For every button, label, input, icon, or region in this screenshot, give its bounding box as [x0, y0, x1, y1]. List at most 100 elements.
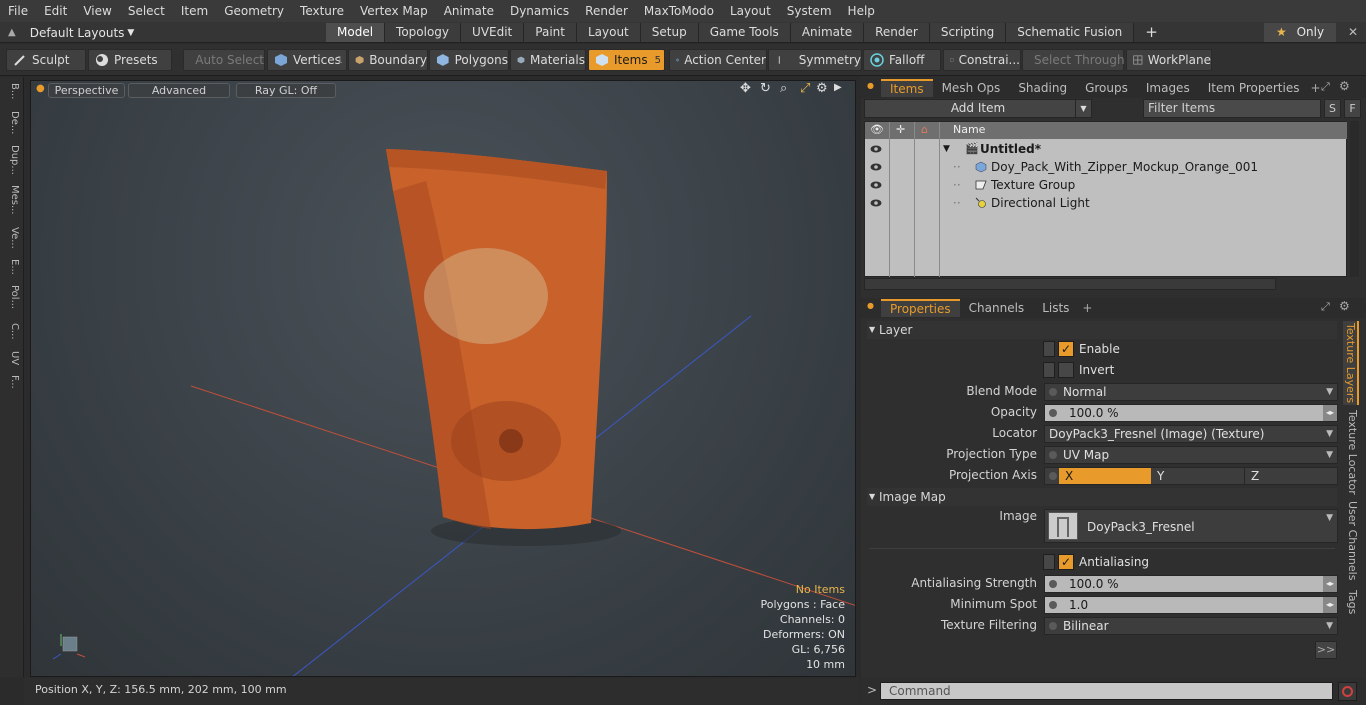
layer-section-header[interactable]: ▼ Layer	[867, 321, 1337, 339]
tab-game-tools[interactable]: Game Tools	[698, 23, 791, 42]
menu-edit[interactable]: Edit	[36, 0, 75, 22]
close-icon[interactable]: ✕	[1344, 23, 1362, 42]
blend-mode-select[interactable]: Normal ▼	[1044, 383, 1338, 401]
command-input[interactable]: Command	[880, 682, 1333, 700]
polygons-button[interactable]: Polygons	[429, 49, 509, 71]
left-tab-ve[interactable]: Ve...	[4, 227, 20, 249]
locator-select[interactable]: DoyPack3_Fresnel (Image) (Texture) ▼	[1044, 425, 1338, 443]
constraints-button[interactable]: Constrai...	[943, 49, 1021, 71]
left-tab-pol[interactable]: Pol...	[4, 285, 20, 309]
menu-vertex-map[interactable]: Vertex Map	[352, 0, 436, 22]
tab-images[interactable]: Images	[1137, 79, 1199, 97]
left-tab-mes[interactable]: Mes...	[4, 185, 20, 215]
menu-texture[interactable]: Texture	[292, 0, 352, 22]
enable-checkbox[interactable]: ✓	[1058, 341, 1074, 357]
items-scrollbar[interactable]	[1350, 121, 1359, 277]
only-button[interactable]: ★ Only	[1264, 23, 1336, 42]
sculpt-button[interactable]: Sculpt	[6, 49, 86, 71]
menu-select[interactable]: Select	[120, 0, 173, 22]
menu-animate[interactable]: Animate	[436, 0, 502, 22]
axis-y-button[interactable]: Y	[1153, 468, 1245, 484]
axis-x-button[interactable]: X	[1059, 468, 1151, 484]
filter-items-input[interactable]: Filter Items	[1143, 99, 1321, 118]
tab-tags[interactable]: Tags	[1343, 587, 1359, 617]
panel-settings-icon[interactable]: ⚙	[1339, 299, 1350, 313]
menu-render[interactable]: Render	[577, 0, 636, 22]
left-tab-dup[interactable]: Dup...	[4, 145, 20, 175]
tab-model[interactable]: Model	[326, 23, 386, 42]
tab-topology[interactable]: Topology	[385, 23, 462, 42]
tab-animate[interactable]: Animate	[790, 23, 865, 42]
record-icon[interactable]	[1338, 682, 1357, 701]
tab-lists[interactable]: Lists	[1033, 299, 1078, 317]
tab-texture-locator[interactable]: Texture Locator	[1343, 409, 1359, 495]
aa-strength-slider[interactable]: 100.0 % ◂▸	[1044, 575, 1338, 593]
viewport-expand-icon[interactable]: ▶	[834, 82, 842, 93]
menu-maxtomodo[interactable]: MaxToModo	[636, 0, 722, 22]
tab-items[interactable]: Items	[881, 79, 933, 97]
menu-help[interactable]: Help	[840, 0, 883, 22]
move-view-icon[interactable]: ✥	[740, 81, 751, 96]
visibility-eye-icon[interactable]	[870, 180, 882, 190]
projection-type-select[interactable]: UV Map ▼	[1044, 446, 1338, 464]
select-through-button[interactable]: Select Through	[1022, 49, 1125, 71]
advanced-button[interactable]: Advanced	[128, 83, 230, 98]
visibility-eye-icon[interactable]	[870, 198, 882, 208]
viewport-settings-icon[interactable]: ⚙	[816, 81, 828, 96]
opacity-slider[interactable]: 100.0 % ◂▸	[1044, 404, 1338, 422]
panel-expand-icon[interactable]: ⤢	[1321, 80, 1330, 94]
invert-checkbox[interactable]	[1058, 362, 1074, 378]
panel-settings-icon[interactable]: ⚙	[1339, 79, 1350, 93]
tab-mesh-ops[interactable]: Mesh Ops	[933, 79, 1010, 97]
tab-shading[interactable]: Shading	[1009, 79, 1076, 97]
slider-arrows-icon[interactable]: ◂▸	[1323, 405, 1337, 421]
items-hscrollbar[interactable]	[864, 278, 1276, 290]
panel-expand-icon[interactable]: ⤢	[1321, 300, 1330, 314]
tab-setup[interactable]: Setup	[640, 23, 699, 42]
add-tab-button[interactable]: +	[1134, 23, 1169, 42]
slider-arrows-icon[interactable]: ◂▸	[1323, 576, 1337, 592]
raygl-button[interactable]: Ray GL: Off	[236, 83, 336, 98]
auto-select-button[interactable]: Auto Select	[183, 49, 265, 71]
tab-uvedit[interactable]: UVEdit	[461, 23, 525, 42]
menu-layout[interactable]: Layout	[722, 0, 779, 22]
tab-user-channels[interactable]: User Channels	[1343, 501, 1359, 581]
tab-scripting[interactable]: Scripting	[929, 23, 1007, 42]
boundary-button[interactable]: Boundary	[348, 49, 428, 71]
layout-select[interactable]: ▲ Default Layouts ▼	[8, 24, 134, 41]
visibility-eye-icon[interactable]	[870, 162, 882, 172]
perspective-button[interactable]: Perspective	[48, 83, 125, 98]
image-map-section-header[interactable]: ▼ Image Map	[867, 488, 1337, 506]
left-tab-uv[interactable]: UV	[4, 351, 20, 365]
tex-filter-select[interactable]: Bilinear ▼	[1044, 617, 1338, 635]
materials-button[interactable]: Materials	[510, 49, 586, 71]
add-panel-tab-icon[interactable]: +	[1310, 81, 1320, 95]
left-tab-b[interactable]: B...	[4, 83, 20, 99]
image-select[interactable]: DoyPack3_Fresnel ▼	[1044, 509, 1338, 543]
viewport-menu-dot-icon[interactable]: ●	[36, 83, 45, 94]
item-row-texture-group[interactable]: ·· Texture Group	[865, 176, 1347, 194]
menu-file[interactable]: File	[0, 0, 36, 22]
item-row-mesh[interactable]: ·· Doy_Pack_With_Zipper_Mockup_Orange_00…	[865, 158, 1347, 176]
axis-z-button[interactable]: Z	[1247, 468, 1337, 484]
workplane-button[interactable]: WorkPlane	[1126, 49, 1212, 71]
tab-paint[interactable]: Paint	[524, 23, 577, 42]
presets-button[interactable]: Presets	[88, 49, 172, 71]
tab-render[interactable]: Render	[864, 23, 930, 42]
s-button[interactable]: S	[1324, 99, 1341, 118]
menu-view[interactable]: View	[75, 0, 119, 22]
item-row-untitled[interactable]: ▼ 🎬 Untitled*	[865, 140, 1347, 158]
add-item-button[interactable]: Add Item ▼	[864, 99, 1092, 118]
rotate-view-icon[interactable]: ↻	[760, 81, 771, 96]
action-center-button[interactable]: Action Center	[669, 49, 767, 71]
slider-arrows-icon[interactable]: ◂▸	[1323, 597, 1337, 613]
symmetry-button[interactable]: Symmetry	[768, 49, 862, 71]
left-tab-c[interactable]: C...	[4, 323, 20, 340]
f-button[interactable]: F	[1344, 99, 1361, 118]
menu-geometry[interactable]: Geometry	[216, 0, 292, 22]
tab-item-properties[interactable]: Item Properties	[1199, 79, 1309, 97]
expand-arrow-icon[interactable]: ▼	[943, 140, 950, 158]
menu-dynamics[interactable]: Dynamics	[502, 0, 577, 22]
left-tab-f[interactable]: F...	[4, 375, 20, 389]
antialiasing-checkbox[interactable]: ✓	[1058, 554, 1074, 570]
